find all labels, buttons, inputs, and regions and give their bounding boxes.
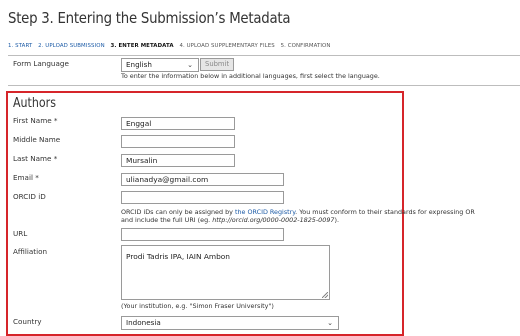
orcid-field[interactable]	[121, 191, 284, 204]
form-language-select[interactable]: English ⌄	[121, 58, 199, 72]
middle-name-label: Middle Name	[13, 135, 61, 144]
country-select[interactable]: Indonesia ⌄	[121, 316, 339, 330]
orcid-registry-link[interactable]: the ORCID Registry	[235, 208, 295, 216]
url-label: URL	[13, 229, 28, 238]
country-value: Indonesia	[126, 318, 161, 327]
affiliation-value: Prodi Tadris IPA, IAIN Ambon	[126, 252, 230, 261]
step-upload-supplementary: 4. UPLOAD SUPPLEMENTARY FILES	[179, 43, 275, 49]
resize-handle-icon[interactable]	[322, 292, 328, 298]
first-name-label: First Name *	[13, 116, 58, 125]
chevron-down-icon: ⌄	[187, 61, 193, 69]
step-start-link[interactable]: 1. START	[8, 43, 32, 49]
page-title: Step 3. Entering the Submission’s Metada…	[8, 9, 291, 27]
submit-button[interactable]: Submit	[200, 58, 235, 71]
last-name-label: Last Name *	[13, 154, 58, 163]
url-field[interactable]	[121, 228, 284, 241]
step-upload-submission-link[interactable]: 2. UPLOAD SUBMISSION	[38, 43, 105, 49]
middle-name-field[interactable]	[121, 135, 235, 148]
affiliation-textarea[interactable]: Prodi Tadris IPA, IAIN Ambon	[121, 245, 330, 300]
email-label: Email *	[13, 173, 39, 182]
orcid-help-line-2: and include the full URI (eg. http://orc…	[121, 216, 339, 224]
country-label: Country	[13, 317, 42, 326]
form-language-label: Form Language	[13, 59, 69, 68]
form-language-help: To enter the information below in additi…	[121, 72, 380, 80]
authors-heading: Authors	[13, 96, 56, 111]
step-enter-metadata: 3. ENTER METADATA	[110, 43, 174, 49]
orcid-help: ORCID iDs can only be assigned by the OR…	[121, 208, 475, 224]
divider	[8, 55, 520, 56]
last-name-field[interactable]: Mursalin	[121, 154, 235, 167]
orcid-help-line-1: ORCID iDs can only be assigned by the OR…	[121, 208, 475, 216]
step-progress: 1. START 2. UPLOAD SUBMISSION 3. ENTER M…	[8, 43, 335, 49]
first-name-field[interactable]: Enggal	[121, 117, 235, 130]
orcid-label: ORCID iD	[13, 192, 46, 201]
chevron-down-icon: ⌄	[327, 319, 333, 327]
affiliation-help: (Your institution, e.g. "Simon Fraser Un…	[121, 302, 274, 310]
affiliation-label: Affiliation	[13, 247, 48, 256]
form-language-value: English	[126, 60, 152, 69]
divider	[8, 85, 520, 86]
step-confirmation: 5. CONFIRMATION	[280, 43, 331, 49]
email-field[interactable]: ulianadya@gmail.com	[121, 173, 284, 186]
